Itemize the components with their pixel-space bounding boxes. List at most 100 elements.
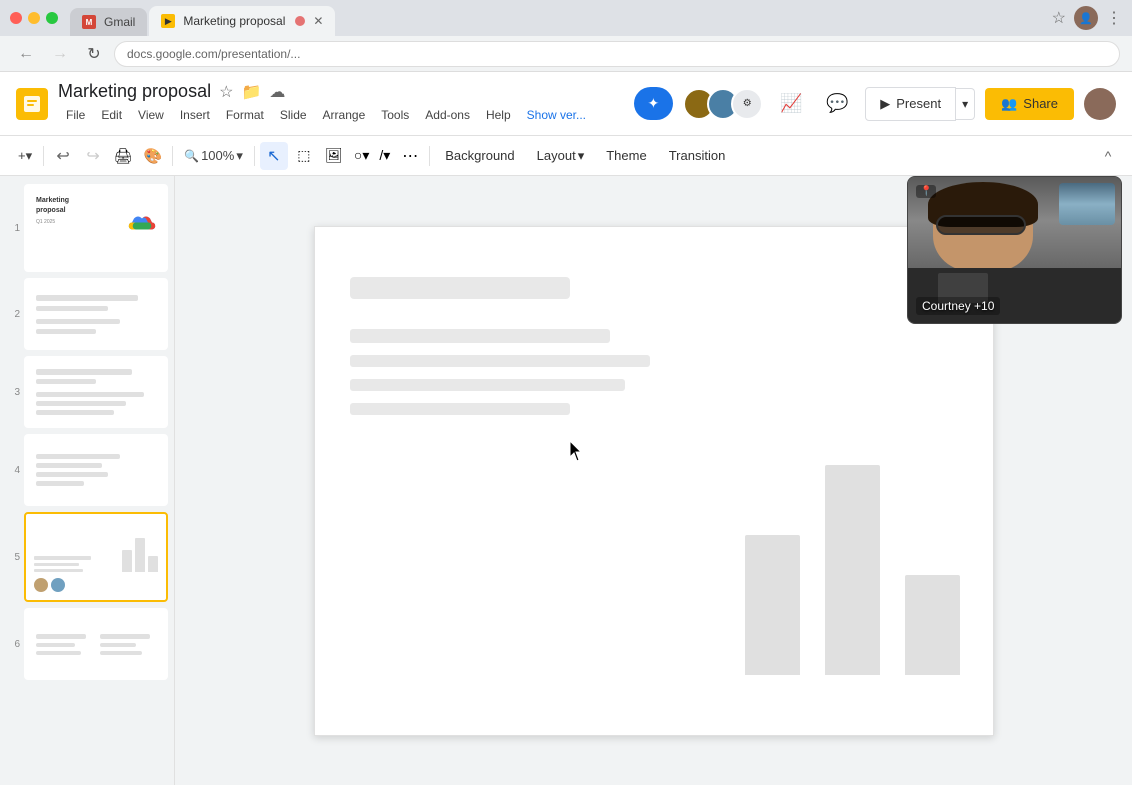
slide-row-5: 5 — [6, 512, 168, 602]
menu-icon[interactable]: ⋮ — [1106, 8, 1122, 28]
menu-arrange[interactable]: Arrange — [315, 104, 374, 126]
menu-slide[interactable]: Slide — [272, 104, 315, 126]
slide-1-title: Marketingproposal — [36, 196, 156, 216]
zoom-button[interactable]: 🔍 100% ▾ — [178, 142, 249, 170]
layout-button[interactable]: Layout ▾ — [527, 142, 595, 170]
tab-favicon-slides: ▶ — [161, 14, 175, 28]
redo-button[interactable]: ↪ — [79, 142, 107, 170]
slide-number-5: 5 — [6, 552, 20, 563]
avatar-more[interactable]: ⚙ — [731, 88, 763, 120]
present-dropdown-button[interactable]: ▾ — [956, 88, 975, 120]
menu-showver[interactable]: Show ver... — [519, 104, 594, 126]
chart-bar-3 — [905, 575, 960, 675]
add-button[interactable]: +▾ — [12, 142, 38, 170]
tab-close-icon[interactable]: ✕ — [313, 14, 323, 28]
theme-button[interactable]: Theme — [596, 142, 656, 170]
cloud-icon[interactable]: ☁ — [269, 82, 285, 102]
slide-3-line-3 — [36, 392, 144, 397]
present-button-group: ▶ Present ▾ — [865, 87, 975, 121]
background-button[interactable]: Background — [435, 142, 524, 170]
menu-view[interactable]: View — [130, 104, 172, 126]
slide-thumb-5[interactable] — [24, 512, 168, 602]
slide-5-bar-3 — [148, 556, 158, 572]
folder-icon[interactable]: 📁 — [241, 82, 261, 102]
ai-button[interactable]: ✦ — [634, 87, 674, 120]
app-logo — [16, 88, 48, 120]
star-icon[interactable]: ☆ — [219, 82, 233, 102]
share-icon: 👥 — [1001, 96, 1017, 112]
back-button[interactable]: ← — [12, 40, 40, 68]
slide-thumb-1[interactable]: Marketingproposal Q1 2025 — [24, 184, 168, 272]
present-label: Present — [896, 96, 941, 111]
collapse-button[interactable]: ^ — [1096, 144, 1120, 168]
menu-insert[interactable]: Insert — [172, 104, 218, 126]
image-tool-button[interactable]: 🖼 — [320, 142, 348, 170]
tab-indicator — [295, 16, 305, 26]
select-tool-button[interactable]: ↖ — [260, 142, 288, 170]
slide-3-line-4 — [36, 401, 126, 406]
paint-button[interactable]: 🎨 — [139, 142, 167, 170]
video-pin-icon: 📍 — [916, 185, 936, 198]
tab-favicon-gmail: M — [82, 15, 96, 29]
slides-logo-icon — [22, 94, 42, 114]
google-cloud-logo — [128, 215, 156, 242]
slide-6-col-1 — [36, 620, 92, 668]
browser-chrome: M Gmail ▶ Marketing proposal ✕ ☆ 👤 ⋮ — [0, 0, 1132, 36]
canvas-line-3 — [350, 379, 625, 391]
menu-file[interactable]: File — [58, 104, 93, 126]
traffic-light-red[interactable] — [10, 12, 22, 24]
video-overlay: Courtney +10 📍 — [907, 176, 1122, 324]
slide-number-6: 6 — [6, 639, 20, 650]
ai-star-icon: ✦ — [648, 95, 660, 112]
print-button[interactable]: 🖨 — [109, 142, 137, 170]
video-thumbnail[interactable] — [1059, 183, 1115, 225]
user-avatar-header[interactable] — [1084, 88, 1116, 120]
app-menu: File Edit View Insert Format Slide Arran… — [58, 104, 594, 126]
share-button[interactable]: 👥 Share — [985, 88, 1074, 120]
slide-thumb-3[interactable] — [24, 356, 168, 428]
text-box-button[interactable]: ⬚ — [290, 142, 318, 170]
comment-icon-button[interactable]: 💬 — [819, 86, 855, 122]
zoom-label: 🔍 — [184, 149, 199, 163]
video-person-glasses — [936, 215, 1026, 235]
slide-3-line-1 — [36, 369, 132, 375]
canvas-line-2 — [350, 355, 650, 367]
traffic-light-yellow[interactable] — [28, 12, 40, 24]
slide-thumb-6[interactable] — [24, 608, 168, 680]
toolbar-sep-2 — [172, 146, 173, 166]
forward-button[interactable]: → — [46, 40, 74, 68]
slide-5-bars — [122, 532, 158, 572]
refresh-button[interactable]: ↻ — [80, 40, 108, 68]
more-tools-button[interactable]: ⋯ — [396, 142, 424, 170]
slide-5-avatars — [34, 578, 158, 592]
menu-help[interactable]: Help — [478, 104, 519, 126]
menu-format[interactable]: Format — [218, 104, 272, 126]
slide-3-line-2 — [36, 379, 96, 384]
canvas-left — [315, 227, 713, 735]
menu-tools[interactable]: Tools — [373, 104, 417, 126]
slide-row-3: 3 — [6, 356, 168, 428]
menu-edit[interactable]: Edit — [93, 104, 130, 126]
menu-addons[interactable]: Add-ons — [417, 104, 478, 126]
traffic-light-green[interactable] — [46, 12, 58, 24]
undo-button[interactable]: ↩ — [49, 142, 77, 170]
app-header: Marketing proposal ☆ 📁 ☁ File Edit View … — [0, 72, 1132, 136]
nav-bar-right: ☆ 👤 ⋮ — [1052, 6, 1122, 30]
app-title-text: Marketing proposal — [58, 81, 211, 102]
slide-canvas[interactable] — [314, 226, 994, 736]
analytics-icon-button[interactable]: 📈 — [773, 86, 809, 122]
tab-slides[interactable]: ▶ Marketing proposal ✕ — [149, 6, 335, 36]
address-bar[interactable]: docs.google.com/presentation/... — [114, 41, 1120, 67]
present-button[interactable]: ▶ Present — [865, 87, 956, 121]
tab-gmail[interactable]: M Gmail — [70, 8, 147, 36]
shapes-button[interactable]: ○▾ — [350, 142, 373, 170]
layout-arrow-icon: ▾ — [578, 148, 585, 164]
slide-3-line-5 — [36, 410, 114, 415]
bookmark-icon[interactable]: ☆ — [1052, 8, 1066, 28]
slide-thumb-4[interactable] — [24, 434, 168, 506]
profile-avatar[interactable]: 👤 — [1074, 6, 1098, 30]
toolbar-sep-3 — [254, 146, 255, 166]
line-button[interactable]: /▾ — [375, 142, 394, 170]
transition-button[interactable]: Transition — [659, 142, 736, 170]
slide-thumb-2[interactable] — [24, 278, 168, 350]
